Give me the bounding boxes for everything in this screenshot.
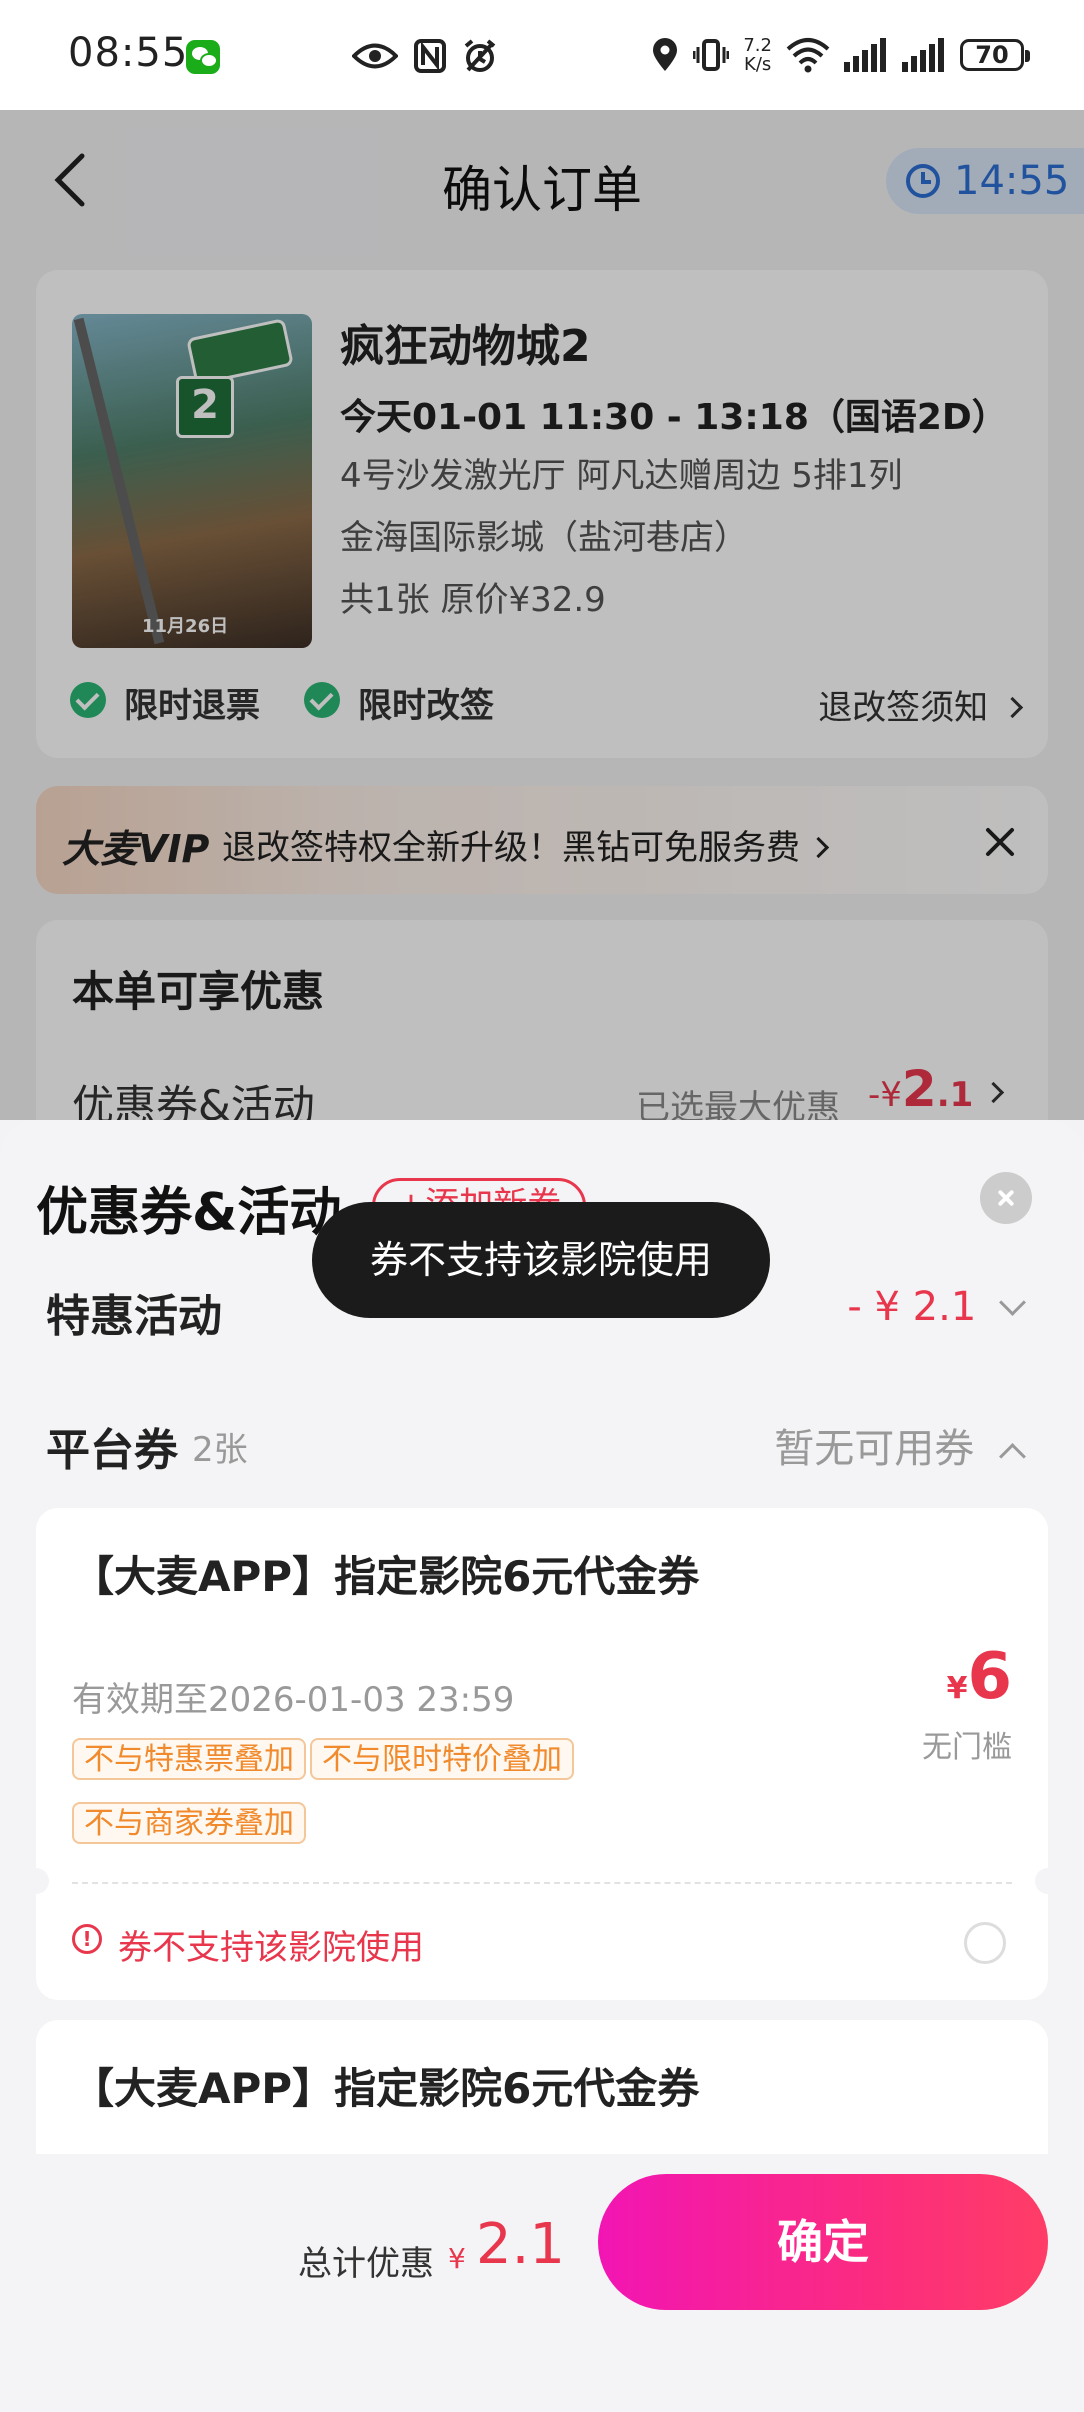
status-time: 08:55: [68, 30, 189, 76]
coupon-amount: ¥6: [947, 1640, 1012, 1714]
signal-icon-1: [844, 38, 886, 72]
network-speed-unit: K/s: [744, 54, 772, 75]
nfc-icon: [414, 39, 446, 73]
platform-coupon-label: 平台券: [46, 1425, 178, 1476]
wifi-icon: [786, 38, 830, 73]
platform-coupon-count: 2张: [192, 1430, 248, 1470]
coupon-validity: 有效期至2026-01-03 23:59: [72, 1680, 515, 1720]
total-discount-value: 2.1: [476, 2212, 566, 2277]
platform-coupon-toggle[interactable]: 暂无可用券: [774, 1416, 1026, 1474]
coupon-title: 【大麦APP】指定影院6元代金券: [72, 1552, 700, 1601]
close-sheet-icon[interactable]: [980, 1172, 1032, 1224]
wechat-icon: [186, 40, 220, 74]
platform-coupon-status: 暂无可用券: [774, 1426, 975, 1472]
coupon-tag: 不与特惠票叠加: [72, 1738, 306, 1780]
signal-icon-2: [902, 38, 944, 72]
battery-indicator: 70: [960, 39, 1030, 71]
coupon-notch: [23, 1868, 49, 1894]
coupon-title: 【大麦APP】指定影院6元代金券: [72, 2064, 700, 2113]
total-currency: ¥: [448, 2242, 466, 2275]
network-speed-value: 7.2: [743, 35, 772, 56]
vibrate-icon: [693, 39, 730, 71]
sheet-title: 优惠券&活动: [36, 1183, 342, 1243]
coupon-notch: [1035, 1868, 1061, 1894]
special-activity-value: - ¥ 2.1: [847, 1284, 977, 1330]
status-icons-right: 7.2 K/s 70: [651, 30, 1030, 80]
status-icons-left: [352, 34, 498, 78]
chevron-down-icon: [999, 1289, 1026, 1316]
network-speed: 7.2 K/s: [743, 36, 772, 74]
modal-overlay[interactable]: [0, 110, 1084, 1120]
coupon-tag: 不与限时特价叠加: [310, 1738, 574, 1780]
coupon-warning: 券不支持该影院使用: [118, 1928, 424, 1968]
coupon-amount-value: 6: [967, 1640, 1012, 1714]
warning-icon: !: [72, 1924, 102, 1954]
confirm-button[interactable]: 确定: [598, 2174, 1048, 2310]
special-activity-toggle[interactable]: - ¥ 2.1: [847, 1284, 1026, 1330]
special-activity-label: 特惠活动: [46, 1291, 222, 1342]
coupon-tag: 不与商家券叠加: [72, 1802, 306, 1844]
eye-icon: [352, 43, 398, 69]
coupon-divider: [72, 1882, 1012, 1884]
toast-message: 券不支持该影院使用: [312, 1202, 770, 1318]
coupon-currency: ¥: [946, 1671, 968, 1706]
total-discount-label: 总计优惠: [298, 2244, 434, 2284]
status-bar: 08:55 7.2 K/s 70: [0, 0, 1084, 110]
alarm-icon: [464, 39, 496, 72]
coupon-threshold: 无门槛: [922, 1730, 1012, 1765]
coupon-radio[interactable]: [964, 1922, 1006, 1964]
chevron-up-icon: [999, 1443, 1026, 1470]
location-icon: [653, 38, 678, 71]
